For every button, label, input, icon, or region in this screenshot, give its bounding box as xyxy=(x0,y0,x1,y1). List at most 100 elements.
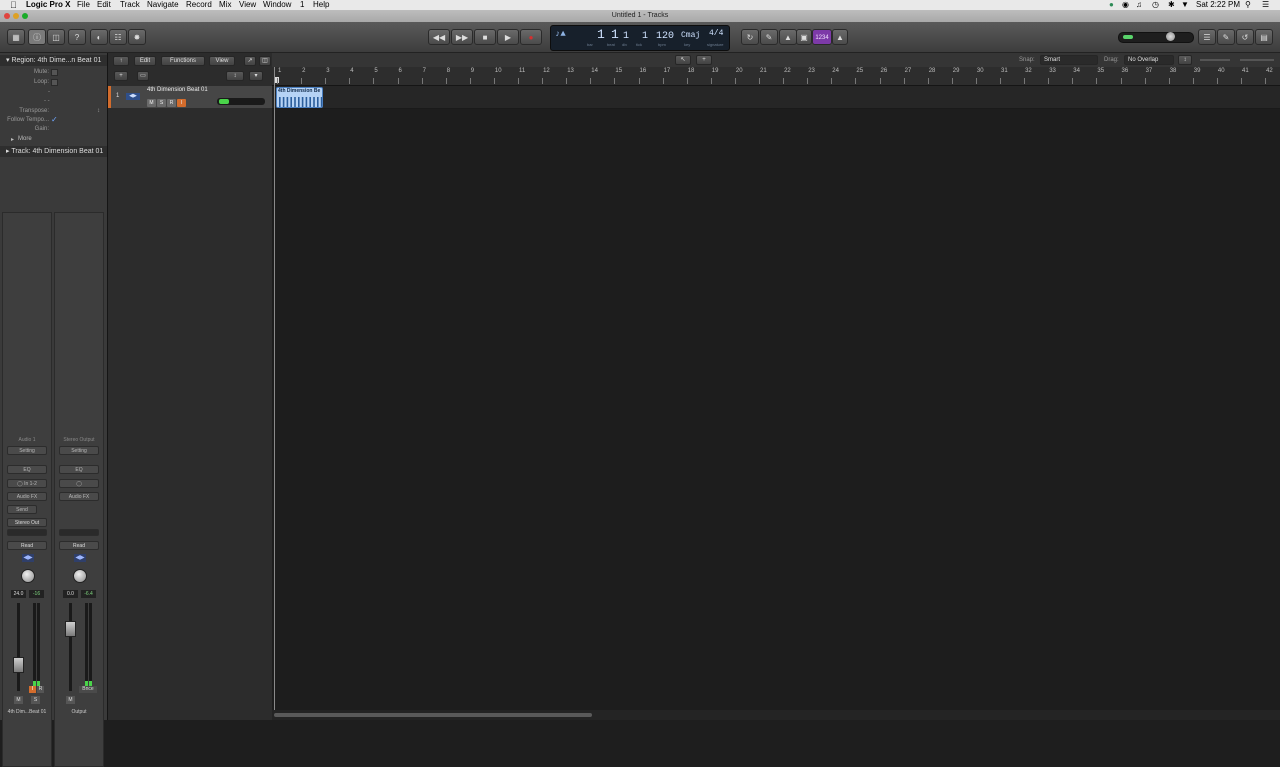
status-icon[interactable]: ◉ xyxy=(1122,0,1129,10)
horizontal-scrollbar[interactable] xyxy=(272,710,1280,720)
group-slot[interactable] xyxy=(7,529,47,536)
pan-knob[interactable] xyxy=(73,569,87,583)
lcd-display[interactable]: ♪▲ 1 1 1 1 120 Cmaj 4/4 bar beat div tic… xyxy=(550,25,730,51)
pan-knob[interactable] xyxy=(21,569,35,583)
menu-window[interactable]: Window xyxy=(263,0,291,10)
tuner-button[interactable]: ✎ xyxy=(760,29,778,45)
solo-button[interactable]: S xyxy=(31,696,40,704)
time-machine-icon[interactable]: ◷ xyxy=(1152,0,1159,10)
status-icon[interactable]: ● xyxy=(1109,0,1114,10)
loop-browser-button[interactable]: ↺ xyxy=(1236,29,1254,45)
audio-fx-slot[interactable]: Audio FX xyxy=(7,492,47,501)
view-menu[interactable]: View xyxy=(209,56,235,66)
horizontal-zoom-slider[interactable] xyxy=(1240,59,1274,61)
catch-button[interactable]: ↗ xyxy=(244,56,256,66)
collapse-button[interactable]: ▾ xyxy=(249,71,263,81)
play-button[interactable]: ▶ xyxy=(497,29,519,45)
strip-name[interactable]: Output xyxy=(55,709,103,715)
toolbar-button[interactable]: ◫ xyxy=(47,29,65,45)
automation-mode-button[interactable]: Read xyxy=(59,541,99,550)
region-inspector-header[interactable]: ▾ Region: 4th Dime...n Beat 01 xyxy=(0,55,107,66)
list-editors-button[interactable]: ☰ xyxy=(1198,29,1216,45)
menu-record[interactable]: Record xyxy=(186,0,212,10)
group-slot[interactable] xyxy=(59,529,99,536)
record-button[interactable]: ● xyxy=(520,29,542,45)
menu-file[interactable]: File xyxy=(77,0,90,10)
apple-menu-icon[interactable]:  xyxy=(10,0,17,10)
edit-menu[interactable]: Edit xyxy=(134,56,156,66)
bar-ruler[interactable]: 1 2 3 4 5 6 7 8 9 10 11 12 13 14 15 16 17 18 19 20 21 22 23 24 2… xyxy=(272,67,1280,86)
menu-view[interactable]: View xyxy=(239,0,256,10)
master-volume-slider[interactable] xyxy=(1118,32,1194,43)
smart-controls-button[interactable]: ◐ xyxy=(90,29,108,45)
secondary-tool[interactable]: + xyxy=(696,55,712,65)
strip-name[interactable]: 4th Dim...Beat 01 xyxy=(3,709,51,715)
automation-mode-button[interactable]: Read xyxy=(7,541,47,550)
metronome-button[interactable]: ▲ xyxy=(832,29,848,45)
track-zoom-button[interactable]: ↕ xyxy=(226,71,244,81)
vertical-zoom-slider[interactable] xyxy=(1200,59,1230,61)
track-inspector-header[interactable]: ▸ Track: 4th Dimension Beat 01 xyxy=(0,146,107,157)
wifi-icon[interactable]: ▼ xyxy=(1181,0,1189,10)
menu-navigate[interactable]: Navigate xyxy=(147,0,179,10)
track-volume-slider[interactable] xyxy=(217,98,265,105)
functions-menu[interactable]: Functions xyxy=(161,56,205,66)
global-tracks-button[interactable]: ▭ xyxy=(137,71,149,81)
track-input-monitor-button[interactable]: I xyxy=(177,99,186,107)
volume-fader[interactable] xyxy=(13,657,24,673)
track-record-button[interactable]: R xyxy=(167,99,176,107)
input-slot[interactable]: ◯ xyxy=(59,479,99,488)
editors-button[interactable]: ✸ xyxy=(128,29,146,45)
count-in-button[interactable]: 1234 xyxy=(812,29,832,45)
inspector-button[interactable]: ⓘ xyxy=(28,29,46,45)
loop-checkbox[interactable] xyxy=(51,79,58,86)
menu-app[interactable]: Logic Pro X xyxy=(26,0,70,10)
forward-button[interactable]: ▶▶ xyxy=(451,29,473,45)
audio-region[interactable]: 4th Dimension Be xyxy=(276,87,323,108)
mixer-button[interactable]: ☷ xyxy=(109,29,127,45)
menu-1[interactable]: 1 xyxy=(300,0,304,10)
waveform-zoom-button[interactable]: ↕ xyxy=(1178,55,1192,65)
add-track-button[interactable]: + xyxy=(114,71,128,81)
note-pads-button[interactable]: ✎ xyxy=(1217,29,1235,45)
browsers-button[interactable]: ▤ xyxy=(1255,29,1273,45)
menu-help[interactable]: Help xyxy=(313,0,329,10)
mute-button[interactable]: M xyxy=(14,696,23,704)
notifications-icon[interactable]: ☰ xyxy=(1262,0,1269,10)
track-name[interactable]: 4th Dimension Beat 01 xyxy=(147,87,208,93)
send-slot[interactable]: Send xyxy=(7,505,37,514)
menu-mix[interactable]: Mix xyxy=(219,0,231,10)
rewind-button[interactable]: ◀◀ xyxy=(428,29,450,45)
transpose-stepper[interactable]: ↕ xyxy=(97,108,100,114)
menubar-clock[interactable]: Sat 2:22 PM xyxy=(1196,0,1240,10)
stop-button[interactable]: ■ xyxy=(474,29,496,45)
output-slot[interactable]: Stereo Out xyxy=(7,518,47,527)
menu-track[interactable]: Track xyxy=(120,0,140,10)
library-button[interactable]: ▦ xyxy=(7,29,25,45)
volume-fader[interactable] xyxy=(65,621,76,637)
minimize-window-icon[interactable] xyxy=(13,13,19,19)
spotlight-icon[interactable]: ⚲ xyxy=(1245,0,1251,10)
follow-tempo-checkbox[interactable]: ✓ xyxy=(51,115,58,124)
solo-button[interactable]: ▲ xyxy=(779,29,797,45)
input-monitor-button[interactable]: I xyxy=(29,686,36,693)
back-button[interactable]: ↑ xyxy=(113,56,129,66)
flex-button[interactable]: ◫ xyxy=(259,56,271,66)
cycle-button[interactable]: ↻ xyxy=(741,29,759,45)
volume-icon[interactable]: ♫ xyxy=(1136,0,1142,10)
bluetooth-icon[interactable]: ✱ xyxy=(1168,0,1175,10)
snap-select[interactable]: Smart xyxy=(1040,55,1098,65)
drag-select[interactable]: No Overlap xyxy=(1124,55,1174,65)
master-volume-thumb[interactable] xyxy=(1166,32,1175,41)
close-window-icon[interactable] xyxy=(4,13,10,19)
eq-button[interactable]: EQ xyxy=(7,465,47,474)
track-lane[interactable] xyxy=(272,86,1280,109)
mute-checkbox[interactable] xyxy=(51,69,58,76)
arrange-work-area[interactable] xyxy=(272,109,1280,710)
eq-button[interactable]: EQ xyxy=(59,465,99,474)
audio-fx-slot[interactable]: Audio FX xyxy=(59,492,99,501)
input-slot[interactable]: ◯ In 1-2 xyxy=(7,479,47,488)
track-solo-button[interactable]: S xyxy=(157,99,166,107)
replace-button[interactable]: ▣ xyxy=(796,29,812,45)
zoom-window-icon[interactable] xyxy=(22,13,28,19)
